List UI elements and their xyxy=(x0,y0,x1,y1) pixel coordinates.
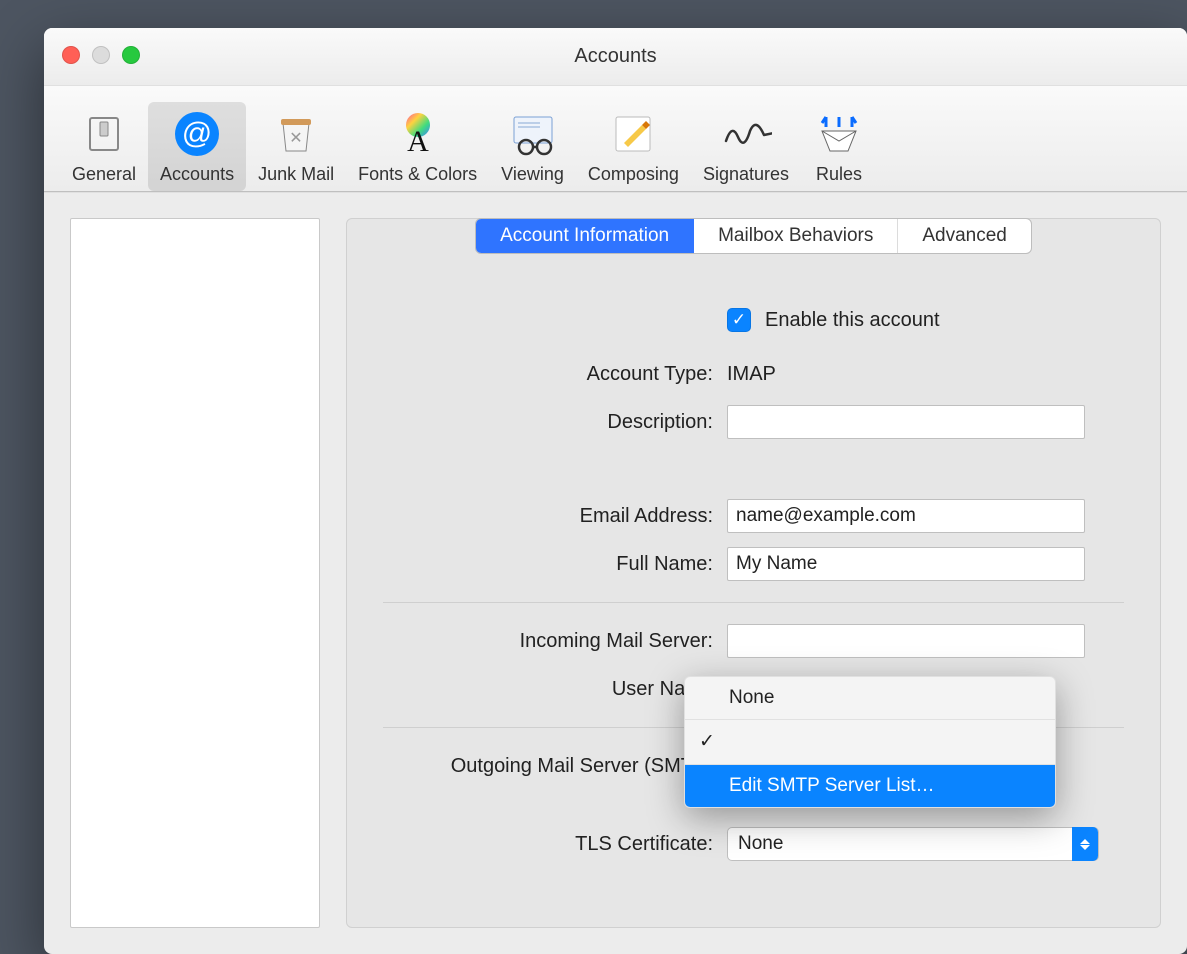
preferences-window: Accounts General @ Accounts ✕ Junk Mail xyxy=(44,28,1187,954)
toolbar-label: Viewing xyxy=(501,164,564,185)
smtp-menu-item-edit-list[interactable]: Edit SMTP Server List… xyxy=(685,765,1055,807)
toolbar-item-accounts[interactable]: @ Accounts xyxy=(148,102,246,191)
switch-icon xyxy=(78,108,130,160)
toolbar-label: Signatures xyxy=(703,164,789,185)
at-icon: @ xyxy=(171,108,223,160)
smtp-server-menu: None ✓ Edit SMTP Server List… xyxy=(684,676,1056,808)
smtp-menu-item-selected[interactable]: ✓ xyxy=(685,720,1055,764)
tab-account-information[interactable]: Account Information xyxy=(476,219,694,253)
compose-icon xyxy=(607,108,659,160)
toolbar-item-signatures[interactable]: Signatures xyxy=(691,102,801,191)
toolbar-label: Rules xyxy=(816,164,862,185)
toolbar-item-viewing[interactable]: Viewing xyxy=(489,102,576,191)
accounts-sidebar[interactable] xyxy=(70,218,320,928)
toolbar-item-fonts-colors[interactable]: A Fonts & Colors xyxy=(346,102,489,191)
menu-item-label: None xyxy=(729,687,774,708)
email-address-label: Email Address: xyxy=(383,505,713,528)
toolbar-item-rules[interactable]: Rules xyxy=(801,102,877,191)
toolbar-label: General xyxy=(72,164,136,185)
window-controls xyxy=(62,46,140,64)
tab-mailbox-behaviors[interactable]: Mailbox Behaviors xyxy=(694,219,898,253)
svg-text:A: A xyxy=(407,125,429,157)
tls-certificate-label: TLS Certificate: xyxy=(383,833,713,856)
full-name-label: Full Name: xyxy=(383,553,713,576)
enable-account-label: Enable this account xyxy=(765,309,940,332)
toolbar-item-general[interactable]: General xyxy=(60,102,148,191)
toolbar-label: Fonts & Colors xyxy=(358,164,477,185)
menu-item-label: Edit SMTP Server List… xyxy=(729,775,935,796)
preferences-toolbar: General @ Accounts ✕ Junk Mail A Fonts & xyxy=(44,86,1187,192)
tls-certificate-value: None xyxy=(738,833,783,855)
zoom-icon[interactable] xyxy=(122,46,140,64)
full-name-input[interactable] xyxy=(727,547,1085,581)
close-icon[interactable] xyxy=(62,46,80,64)
titlebar: Accounts xyxy=(44,28,1187,86)
chevron-up-down-icon xyxy=(1072,827,1098,861)
description-input[interactable] xyxy=(727,405,1085,439)
svg-text:✕: ✕ xyxy=(289,130,302,147)
signature-icon xyxy=(720,108,772,160)
window-title: Accounts xyxy=(44,45,1187,68)
toolbar-item-junk-mail[interactable]: ✕ Junk Mail xyxy=(246,102,346,191)
outgoing-server-label: Outgoing Mail Server (SMTP) xyxy=(383,755,713,778)
enable-account-checkbox[interactable]: ✓ xyxy=(727,308,751,332)
rules-icon xyxy=(813,108,865,160)
svg-text:@: @ xyxy=(182,117,212,150)
trash-icon: ✕ xyxy=(270,108,322,160)
divider xyxy=(383,602,1124,603)
account-pane: Account Information Mailbox Behaviors Ad… xyxy=(346,218,1161,928)
viewing-icon xyxy=(507,108,559,160)
toolbar-label: Accounts xyxy=(160,164,234,185)
content-area: Account Information Mailbox Behaviors Ad… xyxy=(44,192,1187,954)
toolbar-item-composing[interactable]: Composing xyxy=(576,102,691,191)
account-type-label: Account Type: xyxy=(383,363,713,386)
account-type-value: IMAP xyxy=(727,363,776,386)
description-label: Description: xyxy=(383,411,713,434)
tab-advanced[interactable]: Advanced xyxy=(898,219,1031,253)
tls-certificate-dropdown[interactable]: None xyxy=(727,827,1099,861)
checkmark-icon: ✓ xyxy=(699,730,715,753)
toolbar-label: Junk Mail xyxy=(258,164,334,185)
toolbar-label: Composing xyxy=(588,164,679,185)
email-address-input[interactable] xyxy=(727,499,1085,533)
smtp-menu-item-none[interactable]: None xyxy=(685,677,1055,719)
font-color-icon: A xyxy=(392,108,444,160)
minimize-icon[interactable] xyxy=(92,46,110,64)
user-name-label: User Name xyxy=(383,678,713,701)
incoming-server-label: Incoming Mail Server: xyxy=(383,630,713,653)
account-tabs: Account Information Mailbox Behaviors Ad… xyxy=(475,218,1032,254)
incoming-server-input[interactable] xyxy=(727,624,1085,658)
